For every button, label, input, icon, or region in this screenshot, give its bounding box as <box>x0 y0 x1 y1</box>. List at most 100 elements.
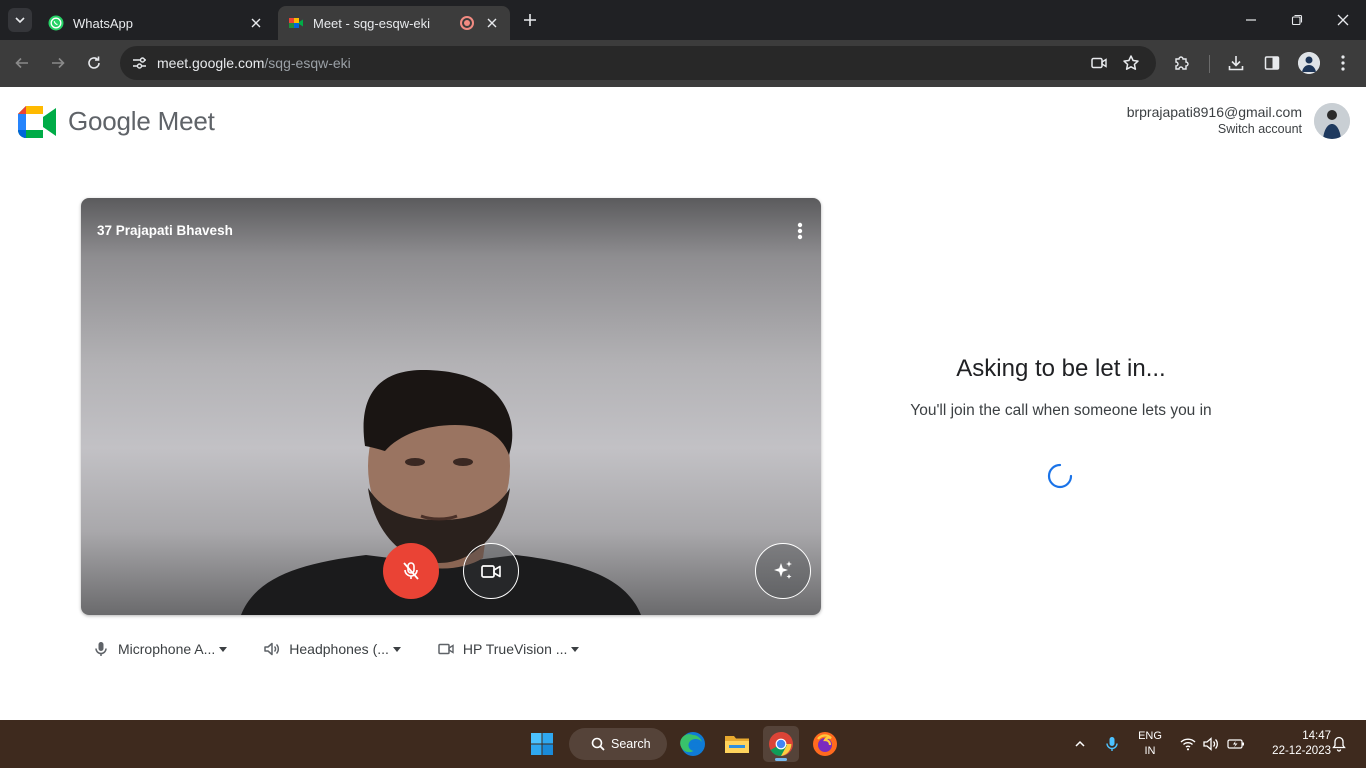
volume-icon <box>1203 737 1218 751</box>
toggle-camera-button[interactable] <box>463 543 519 599</box>
chevron-up-icon <box>1075 740 1085 747</box>
close-icon <box>487 18 497 28</box>
forward-button[interactable] <box>47 52 69 74</box>
speaker-selector[interactable]: Headphones (... <box>263 638 401 660</box>
switch-account-link[interactable]: Switch account <box>1127 122 1302 136</box>
chevron-down-icon <box>15 17 25 24</box>
clock-date: 22-12-2023 <box>1272 745 1331 757</box>
visual-effects-button[interactable] <box>755 543 811 599</box>
microphone-selector[interactable]: Microphone A... <box>92 638 228 660</box>
wifi-tray[interactable] <box>1178 720 1198 768</box>
minimize-icon <box>1246 19 1256 21</box>
plus-icon <box>524 14 536 26</box>
restore-button[interactable] <box>1287 10 1307 30</box>
device-selectors: Microphone A... Headphones (... HP TrueV… <box>92 638 615 660</box>
close-icon <box>251 18 261 28</box>
status-message: You'll join the call when someone lets y… <box>910 402 1212 419</box>
active-app-indicator <box>775 758 787 761</box>
toolbar-divider <box>1209 55 1210 73</box>
input-language-indicator[interactable]: ENG IN <box>1136 729 1164 759</box>
taskbar-search[interactable]: Search <box>569 728 667 760</box>
search-label: Search <box>611 737 651 751</box>
tab-title: WhatsApp <box>73 15 133 31</box>
tab-strip: WhatsApp Meet - sqg-esqw-eki <box>0 0 1366 40</box>
windows-logo-icon <box>531 733 553 755</box>
camera-label: HP TrueVision ... <box>462 641 568 657</box>
camera-in-use-icon[interactable] <box>1090 54 1108 72</box>
url-text: meet.google.com/sqg-esqw-eki <box>157 55 351 71</box>
search-icon <box>591 737 605 751</box>
reload-icon <box>88 56 100 69</box>
chrome-icon <box>769 732 793 756</box>
whatsapp-icon <box>48 15 64 31</box>
url-path: /sqg-esqw-eki <box>264 55 351 71</box>
reload-button[interactable] <box>83 52 105 74</box>
arrow-left-icon <box>15 57 28 69</box>
side-panel-button[interactable] <box>1261 52 1283 74</box>
taskbar-file-explorer[interactable] <box>719 726 755 762</box>
tab-search-button[interactable] <box>8 8 32 32</box>
account-info: brprajapati8916@gmail.com Switch account <box>1127 104 1302 136</box>
firefox-icon <box>813 732 837 756</box>
profile-avatar-icon <box>1298 52 1320 74</box>
wifi-icon <box>1180 738 1196 751</box>
camera-selector[interactable]: HP TrueVision ... <box>437 638 580 660</box>
account-email: brprajapati8916@gmail.com <box>1126 104 1302 120</box>
folder-icon <box>725 736 749 753</box>
tab-whatsapp[interactable]: WhatsApp <box>38 6 274 40</box>
speaker-label: Headphones (... <box>289 641 389 657</box>
downloads-button[interactable] <box>1225 52 1247 74</box>
chrome-menu-button[interactable] <box>1332 52 1354 74</box>
minimize-button[interactable] <box>1241 10 1261 30</box>
taskbar-firefox[interactable] <box>807 726 843 762</box>
video-camera-icon <box>481 565 501 578</box>
clock-time: 14:47 <box>1302 730 1331 742</box>
close-window-button[interactable] <box>1333 10 1353 30</box>
tab-meet[interactable]: Meet - sqg-esqw-eki <box>278 6 510 40</box>
region-code: IN <box>1144 745 1156 757</box>
tab-title: Meet - sqg-esqw-eki <box>313 15 431 31</box>
bookmark-star-icon[interactable] <box>1122 54 1140 72</box>
toggle-microphone-button[interactable] <box>383 543 439 599</box>
google-meet-icon <box>289 18 303 28</box>
start-button[interactable] <box>524 726 560 762</box>
volume-tray[interactable] <box>1201 720 1221 768</box>
account-avatar[interactable] <box>1314 103 1350 139</box>
site-settings-icon[interactable] <box>130 54 148 72</box>
speaker-icon <box>264 642 280 656</box>
status-heading: Asking to be let in... <box>956 355 1166 382</box>
brand-title: Google Meet <box>68 106 215 136</box>
address-bar[interactable]: meet.google.com/sqg-esqw-eki <box>120 46 1156 80</box>
show-hidden-icons-button[interactable] <box>1070 720 1090 768</box>
restore-icon <box>1291 14 1303 26</box>
arrow-right-icon <box>52 57 65 69</box>
back-button[interactable] <box>11 52 33 74</box>
camera-icon <box>438 643 454 655</box>
microphone-icon <box>95 642 107 656</box>
puzzle-icon <box>1175 56 1189 70</box>
taskbar-edge[interactable] <box>675 726 711 762</box>
close-icon <box>1337 14 1349 26</box>
battery-tray[interactable] <box>1225 720 1247 768</box>
dropdown-caret-icon <box>219 646 228 652</box>
notifications-button[interactable] <box>1330 720 1348 768</box>
participant-name: 37 Prajapati Bhavesh <box>97 223 233 238</box>
microphone-in-use-tray[interactable] <box>1102 720 1122 768</box>
close-tab-button[interactable] <box>484 15 500 31</box>
close-tab-button[interactable] <box>248 15 264 31</box>
microphone-label: Microphone A... <box>118 641 216 657</box>
loading-spinner-icon <box>1047 463 1073 489</box>
more-options-button[interactable] <box>797 222 803 240</box>
extensions-button[interactable] <box>1171 52 1193 74</box>
system-clock[interactable]: 14:47 22-12-2023 <box>1255 729 1331 759</box>
camera-feed-person <box>241 370 641 615</box>
dropdown-caret-icon <box>392 646 401 652</box>
profile-button[interactable] <box>1298 52 1320 74</box>
battery-charging-icon <box>1227 739 1244 749</box>
taskbar-chrome[interactable] <box>763 726 799 762</box>
windows-taskbar: Search ENG IN 14:47 22-12-2023 <box>0 720 1366 768</box>
notification-bell-icon <box>1332 736 1346 752</box>
new-tab-button[interactable] <box>520 10 540 30</box>
join-status-panel: Asking to be let in... You'll join the c… <box>896 355 1226 423</box>
recording-indicator-icon <box>460 16 474 30</box>
